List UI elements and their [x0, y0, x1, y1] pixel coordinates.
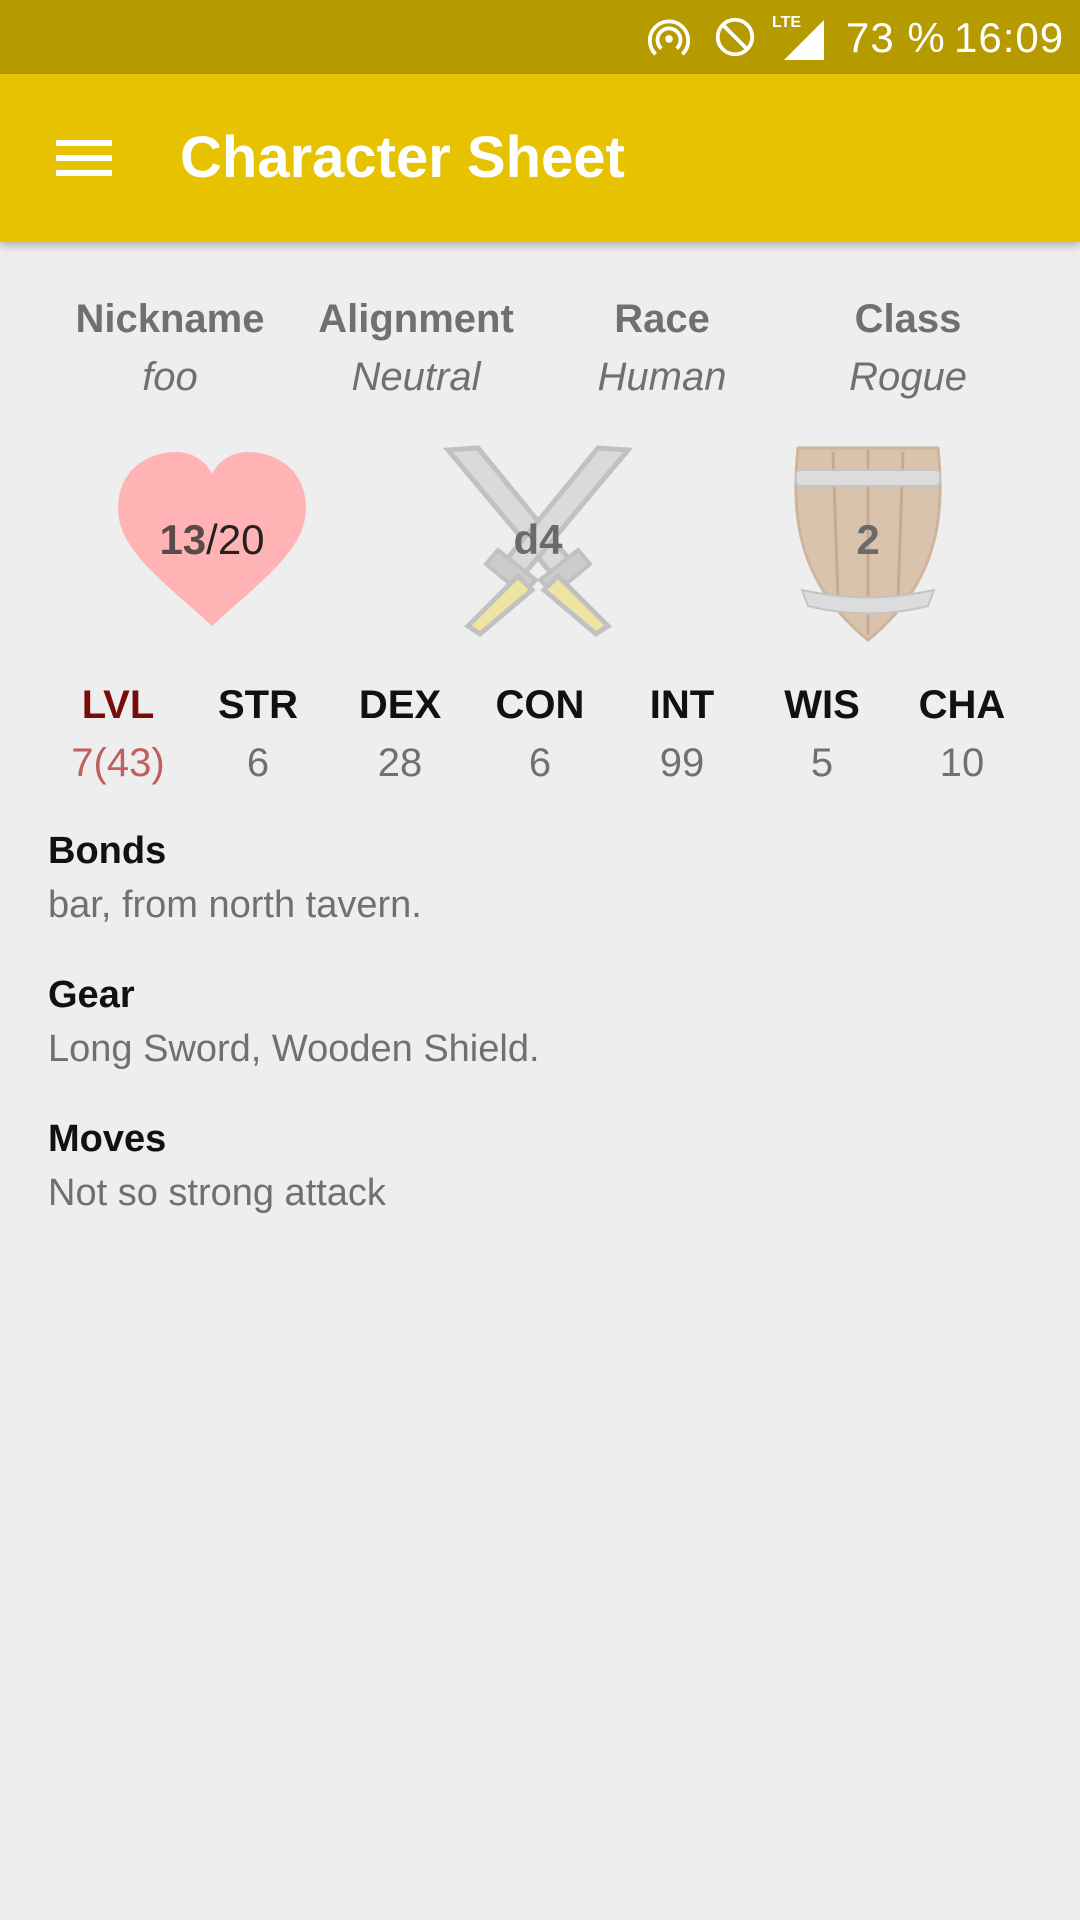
moves-title: Moves — [48, 1118, 167, 1160]
alignment-value: Neutral — [351, 355, 481, 399]
status-bar: LTE 73 % 16:09 — [0, 0, 1080, 74]
alignment-field[interactable]: Alignment Neutral — [296, 290, 536, 406]
stat-dex[interactable]: DEX 28 — [330, 676, 470, 792]
stat-cha-label: CHA — [918, 683, 1006, 727]
nickname-value: foo — [142, 355, 198, 399]
page-title: Character Sheet — [180, 125, 625, 190]
stat-lvl[interactable]: LVL 7(43) — [48, 676, 188, 792]
stat-int[interactable]: INT 99 — [612, 676, 752, 792]
hp-current: 13 — [159, 516, 207, 563]
clock-time: 16:09 — [954, 14, 1065, 61]
gear-text: Long Sword, Wooden Shield. — [48, 1028, 540, 1070]
hp-separator: / — [206, 516, 218, 563]
armor-emblem[interactable]: 2 — [758, 430, 978, 650]
bonds-title: Bonds — [48, 830, 167, 872]
stat-con-label: CON — [495, 683, 585, 727]
stat-str-value: 6 — [246, 741, 270, 785]
damage-value: d4 — [513, 516, 563, 563]
class-value: Rogue — [849, 355, 967, 399]
armor-value: 2 — [856, 516, 880, 563]
hotspot-icon — [647, 19, 691, 56]
race-label: Race — [614, 297, 710, 341]
race-value: Human — [597, 355, 727, 399]
stat-dex-value: 28 — [377, 741, 423, 785]
nickname-field[interactable]: Nickname foo — [50, 290, 290, 406]
bonds-section[interactable]: Bonds bar, from north tavern. — [48, 826, 1028, 934]
stat-lvl-value: 7(43) — [71, 741, 165, 785]
race-field[interactable]: Race Human — [542, 290, 782, 406]
gear-title: Gear — [48, 974, 135, 1016]
gear-section[interactable]: Gear Long Sword, Wooden Shield. — [48, 970, 1028, 1078]
bonds-text: bar, from north tavern. — [48, 884, 422, 926]
class-field[interactable]: Class Rogue — [788, 290, 1028, 406]
moves-section[interactable]: Moves Not so strong attack — [48, 1114, 1028, 1222]
stat-con[interactable]: CON 6 — [470, 676, 610, 792]
stat-dex-label: DEX — [358, 683, 442, 727]
lte-signal-icon: LTE — [772, 14, 828, 60]
hamburger-menu-icon[interactable] — [46, 132, 122, 184]
hit-points-value: 13/20 — [102, 430, 322, 650]
nickname-label: Nickname — [75, 297, 265, 341]
do-not-disturb-icon — [715, 17, 755, 57]
alignment-label: Alignment — [318, 297, 514, 341]
stat-wis-label: WIS — [784, 683, 860, 727]
battery-percentage: 73 % — [846, 14, 946, 61]
stat-wis[interactable]: WIS 5 — [752, 676, 892, 792]
stat-int-label: INT — [649, 683, 715, 727]
stat-lvl-label: LVL — [81, 683, 155, 727]
app-bar: Character Sheet — [0, 74, 1080, 242]
stat-cha[interactable]: CHA 10 — [892, 676, 1032, 792]
stat-int-value: 99 — [659, 741, 705, 785]
stat-cha-value: 10 — [939, 741, 985, 785]
stat-str[interactable]: STR 6 — [188, 676, 328, 792]
damage-emblem[interactable]: d4 — [428, 430, 648, 650]
hp-max: 20 — [217, 516, 265, 563]
class-label: Class — [854, 297, 962, 341]
stat-wis-value: 5 — [810, 741, 834, 785]
moves-text: Not so strong attack — [48, 1172, 386, 1214]
hit-points-emblem[interactable]: 13/20 — [102, 430, 322, 650]
stat-str-label: STR — [218, 683, 298, 727]
stat-con-value: 6 — [528, 741, 552, 785]
